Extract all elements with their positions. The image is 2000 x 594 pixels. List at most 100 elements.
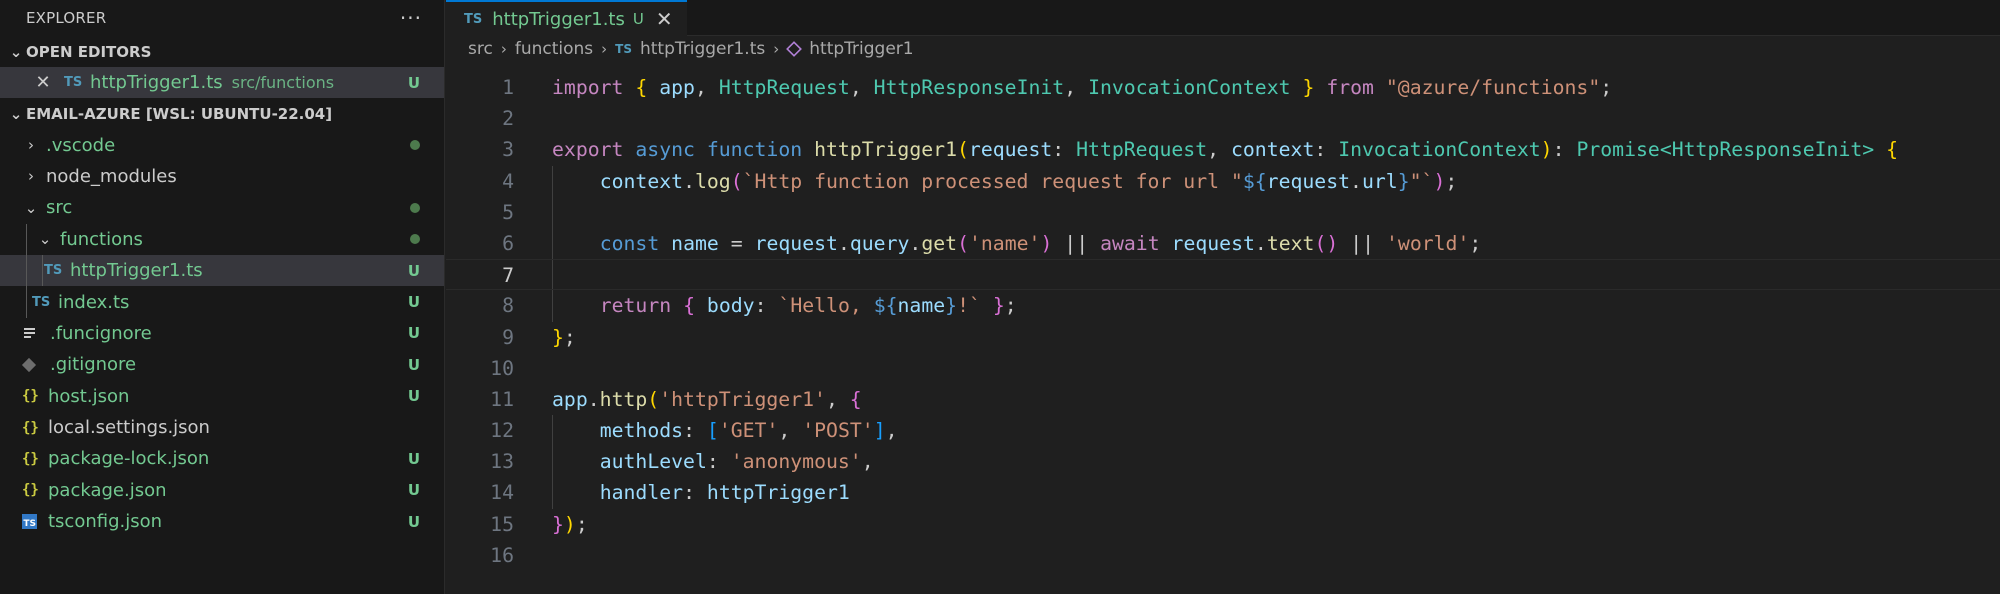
- tree-item-label: src: [46, 197, 73, 219]
- tree-item-label: host.json: [48, 385, 130, 407]
- code-line[interactable]: 4 context.log(`Http function processed r…: [446, 165, 2000, 197]
- tree-item-label: local.settings.json: [48, 417, 210, 439]
- tree-item-package-json[interactable]: {} package.json U: [0, 475, 444, 506]
- workspace-header[interactable]: ⌄ EMAIL-AZURE [WSL: UBUNTU-22.04]: [0, 98, 444, 129]
- close-icon[interactable]: ✕: [34, 72, 52, 93]
- code-editor[interactable]: 1 import { app, HttpRequest, HttpResponse…: [446, 72, 2000, 571]
- code-line[interactable]: 6 const name = request.query.get('name')…: [446, 227, 2000, 260]
- line-number: 3: [502, 138, 514, 162]
- modified-dot-icon: [410, 234, 420, 245]
- code-line[interactable]: 8 return { body: `Hello, ${name}!` };: [446, 290, 2000, 322]
- more-actions-icon[interactable]: ···: [400, 8, 422, 28]
- code-line[interactable]: 9};: [446, 322, 2000, 353]
- breadcrumb-src[interactable]: src: [468, 39, 493, 59]
- line-text: handler: httpTrigger1: [599, 481, 850, 505]
- tree-item-functions[interactable]: ⌄ functions: [0, 223, 444, 255]
- tree-item-label: node_modules: [46, 165, 177, 187]
- modified-dot-icon: [410, 140, 420, 151]
- chevron-down-icon: ⌄: [9, 42, 23, 61]
- tree-item-index[interactable]: TS index.ts U: [0, 286, 444, 318]
- open-editors-header[interactable]: ⌄ OPEN EDITORS: [0, 36, 444, 67]
- open-editor-name: httpTrigger1.ts: [90, 72, 223, 94]
- open-editor-path: src/functions: [231, 73, 335, 93]
- explorer-sidebar: EXPLORER ··· ⌄ OPEN EDITORS ✕ TS httpTri…: [0, 0, 445, 594]
- tree-item-node-modules[interactable]: › node_modules: [0, 161, 444, 192]
- code-line[interactable]: 10: [446, 353, 2000, 384]
- tree-item-package-lock[interactable]: {} package-lock.json U: [0, 443, 444, 474]
- json-file-icon: {}: [22, 419, 39, 436]
- status-badge: U: [407, 355, 420, 374]
- tree-item-host-json[interactable]: {} host.json U: [0, 381, 444, 412]
- line-text: export async function httpTrigger1(reque…: [552, 138, 1899, 162]
- line-text: import { app, HttpRequest, HttpResponseI…: [552, 76, 1613, 99]
- status-badge: U: [407, 73, 420, 92]
- tsconfig-file-icon: TS: [22, 514, 48, 530]
- line-text: return { body: `Hello, ${name}!` };: [599, 294, 1017, 318]
- breadcrumb-functions[interactable]: functions: [515, 39, 593, 59]
- typescript-file-icon: TS: [44, 263, 63, 279]
- tree-item-vscode[interactable]: › .vscode: [0, 129, 444, 160]
- chevron-right-icon: ›: [500, 40, 507, 58]
- code-line[interactable]: 16: [446, 540, 2000, 571]
- line-number: 6: [502, 231, 514, 255]
- line-number: 1: [502, 76, 514, 99]
- code-line[interactable]: 11 app.http('httpTrigger1', {: [446, 384, 2000, 415]
- tree-item-label: httpTrigger1.ts: [70, 260, 203, 282]
- code-line[interactable]: 13 authLevel: 'anonymous',: [446, 446, 2000, 478]
- indent-guide: [26, 254, 27, 287]
- status-badge: U: [407, 261, 420, 280]
- workspace-label: EMAIL-AZURE [WSL: UBUNTU-22.04]: [26, 104, 333, 123]
- tab-label: httpTrigger1.ts: [492, 8, 625, 30]
- tree-item-label: package-lock.json: [48, 448, 210, 470]
- open-editor-item[interactable]: ✕ TS httpTrigger1.ts src/functions U: [0, 67, 444, 99]
- line-number: 15: [490, 512, 514, 536]
- line-number: 11: [490, 387, 514, 411]
- line-text: });: [552, 512, 588, 536]
- line-text: const name = request.query.get('name') |…: [599, 231, 1482, 255]
- tree-item-label: .funcignore: [50, 322, 152, 344]
- line-text: app.http('httpTrigger1', {: [552, 387, 862, 411]
- typescript-file-icon: TS: [32, 294, 51, 310]
- close-tab-icon[interactable]: ✕: [656, 7, 673, 31]
- tree-item-tsconfig[interactable]: TS tsconfig.json U: [0, 506, 444, 537]
- git-file-icon: [21, 357, 50, 372]
- open-editors-label: OPEN EDITORS: [26, 42, 152, 61]
- tree-item-label: package.json: [48, 479, 167, 501]
- status-badge: U: [407, 387, 420, 406]
- tab-httptrigger1[interactable]: TS httpTrigger1.ts U ✕: [446, 0, 687, 36]
- line-number: 7: [502, 264, 514, 288]
- code-line[interactable]: 7: [446, 259, 2000, 291]
- status-badge: U: [407, 512, 420, 531]
- breadcrumb-file[interactable]: httpTrigger1.ts: [640, 39, 765, 59]
- line-number: 4: [502, 169, 514, 193]
- indent-guide: [552, 260, 553, 290]
- line-text: authLevel: 'anonymous',: [599, 450, 874, 474]
- line-number: 2: [502, 107, 514, 131]
- tree-item-funcignore[interactable]: .funcignore U: [0, 318, 444, 349]
- chevron-right-icon: ›: [28, 136, 34, 155]
- code-line[interactable]: 15});: [446, 509, 2000, 540]
- line-number: 16: [490, 543, 514, 567]
- line-number: 10: [490, 356, 514, 380]
- breadcrumb-symbol[interactable]: httpTrigger1: [809, 39, 913, 59]
- tree-item-local-settings[interactable]: {} local.settings.json: [0, 412, 444, 443]
- indent-guide: [42, 254, 43, 287]
- code-line[interactable]: 12 methods: ['GET', 'POST'],: [446, 415, 2000, 447]
- tree-item-gitignore[interactable]: .gitignore U: [0, 349, 444, 380]
- code-line[interactable]: 5: [446, 196, 2000, 228]
- chevron-right-icon: ›: [601, 40, 608, 58]
- code-line[interactable]: 3 export async function httpTrigger1(requ…: [446, 134, 2000, 165]
- tree-item-httptrigger1[interactable]: TS httpTrigger1.ts U: [0, 254, 444, 287]
- editor-tabs: TS httpTrigger1.ts U ✕: [446, 0, 2000, 36]
- line-number: 12: [490, 419, 514, 443]
- status-badge: U: [407, 481, 420, 500]
- tree-item-src[interactable]: ⌄ src: [0, 192, 444, 223]
- line-number: 14: [490, 481, 514, 505]
- json-file-icon: {}: [22, 450, 39, 467]
- code-line[interactable]: 1 import { app, HttpRequest, HttpResponse…: [446, 72, 2000, 103]
- code-line[interactable]: 2: [446, 103, 2000, 134]
- text-file-icon: [24, 328, 50, 339]
- breadcrumb: src › functions › TS httpTrigger1.ts › h…: [446, 36, 2000, 62]
- chevron-right-icon: ›: [773, 40, 780, 58]
- code-line[interactable]: 14 handler: httpTrigger1: [446, 477, 2000, 509]
